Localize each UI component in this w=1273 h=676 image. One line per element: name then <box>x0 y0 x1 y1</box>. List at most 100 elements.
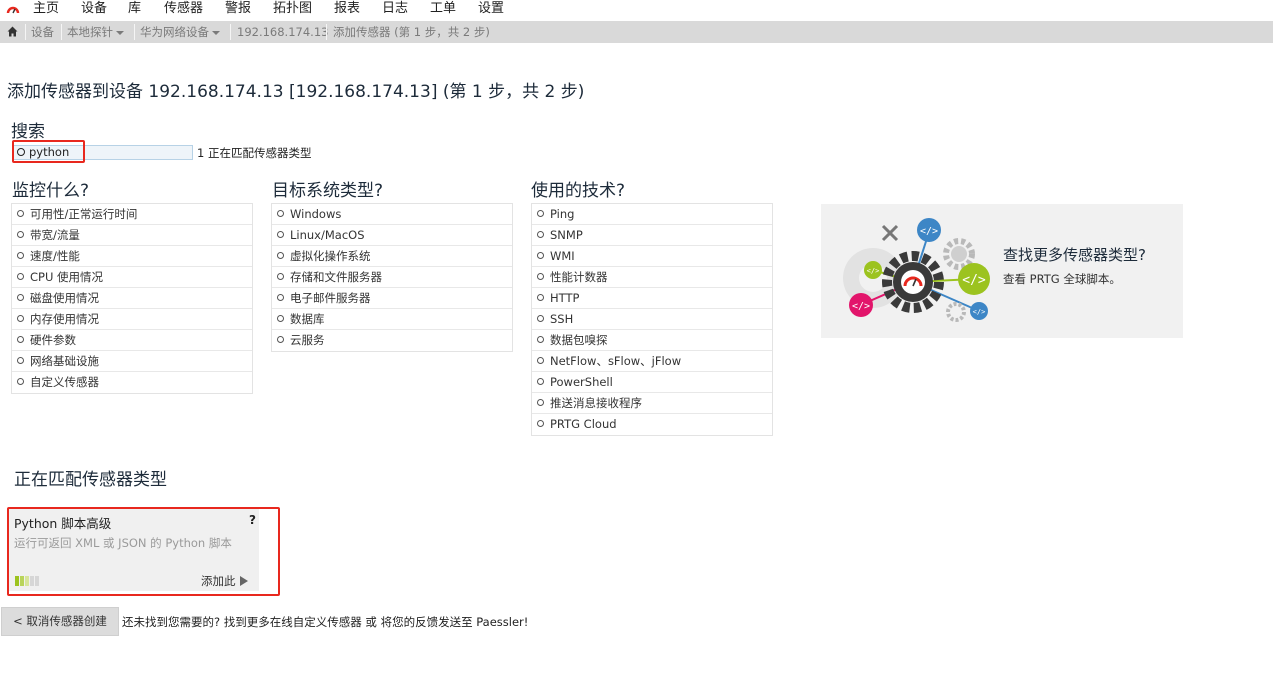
filter-packet-sniffing[interactable]: 数据包嗅探 <box>532 330 772 351</box>
script-world-promo[interactable]: </> </> </> </> </> 查找更多传感器类型? 查看 PRTG 全… <box>821 204 1183 338</box>
list-item-label: Ping <box>550 207 575 221</box>
menu-tickets[interactable]: 工单 <box>430 0 456 18</box>
menu-alarms[interactable]: 警报 <box>225 0 251 18</box>
radio-icon <box>537 420 544 427</box>
target-heading: 目标系统类型? <box>272 181 384 201</box>
menu-setup[interactable]: 设置 <box>478 0 504 18</box>
radio-icon <box>277 231 284 238</box>
svg-text:</>: </> <box>867 267 880 275</box>
list-item-label: SNMP <box>550 228 583 242</box>
radio-icon <box>537 315 544 322</box>
menu-home[interactable]: 主页 <box>33 0 59 18</box>
svg-text:</>: </> <box>973 308 986 316</box>
filter-storage[interactable]: 存储和文件服务器 <box>272 267 512 288</box>
filter-snmp[interactable]: SNMP <box>532 225 772 246</box>
menu-sensors[interactable]: 传感器 <box>164 0 203 18</box>
find-custom-sensors-link[interactable]: 找到更多在线自定义传感器 <box>224 615 362 629</box>
filter-prtg-cloud[interactable]: PRTG Cloud <box>532 414 772 435</box>
list-item-label: Windows <box>290 207 342 221</box>
list-item-label: 硬件参数 <box>30 333 76 347</box>
filter-cpu[interactable]: CPU 使用情况 <box>12 267 252 288</box>
filter-perf-counter[interactable]: 性能计数器 <box>532 267 772 288</box>
breadcrumb-item-probe[interactable]: 本地探针 <box>67 21 124 43</box>
home-icon[interactable] <box>7 26 18 37</box>
list-item-label: 推送消息接收程序 <box>550 396 642 410</box>
filter-wmi[interactable]: WMI <box>532 246 772 267</box>
promo-title[interactable]: 查找更多传感器类型? <box>1003 244 1146 265</box>
breadcrumb-item-current: 添加传感器 (第 1 步，共 2 步) <box>333 25 490 39</box>
list-item-label: 虚拟化操作系统 <box>290 249 371 263</box>
breadcrumb-probe-label: 本地探针 <box>67 25 113 39</box>
filter-powershell[interactable]: PowerShell <box>532 372 772 393</box>
top-menu-bar: 主页 设备 库 传感器 警报 拓扑图 报表 日志 工单 设置 <box>0 0 1273 19</box>
breadcrumb-divider <box>230 24 231 40</box>
breadcrumb-divider <box>134 24 135 40</box>
promo-subtitle[interactable]: 查看 PRTG 全球脚本。 <box>1003 271 1121 287</box>
breadcrumb-item-device[interactable]: 192.168.174.13 <box>237 21 328 43</box>
filter-database[interactable]: 数据库 <box>272 309 512 330</box>
filter-linux[interactable]: Linux/MacOS <box>272 225 512 246</box>
filter-custom[interactable]: 自定义传感器 <box>12 372 252 393</box>
menu-maps[interactable]: 拓扑图 <box>273 0 312 18</box>
filter-disk[interactable]: 磁盘使用情况 <box>12 288 252 309</box>
list-item-label: 性能计数器 <box>550 270 608 284</box>
filter-availability[interactable]: 可用性/正常运行时间 <box>12 204 252 225</box>
filter-push-receiver[interactable]: 推送消息接收程序 <box>532 393 772 414</box>
menu-devices[interactable]: 设备 <box>81 0 107 18</box>
filter-windows[interactable]: Windows <box>272 204 512 225</box>
footer-text-1: 还未找到您需要的? <box>122 615 224 629</box>
radio-icon <box>17 294 24 301</box>
filter-ssh[interactable]: SSH <box>532 309 772 330</box>
filter-hardware[interactable]: 硬件参数 <box>12 330 252 351</box>
prtg-logo-icon[interactable] <box>6 3 20 17</box>
tech-heading: 使用的技术? <box>531 181 626 201</box>
menu-library[interactable]: 库 <box>128 0 141 18</box>
list-item-label: 可用性/正常运行时间 <box>30 207 138 221</box>
filter-cloud[interactable]: 云服务 <box>272 330 512 351</box>
filter-http[interactable]: HTTP <box>532 288 772 309</box>
filter-memory[interactable]: 内存使用情况 <box>12 309 252 330</box>
radio-icon <box>277 294 284 301</box>
filter-bandwidth[interactable]: 带宽/流量 <box>12 225 252 246</box>
radio-icon <box>537 252 544 259</box>
list-item-label: PRTG Cloud <box>550 417 617 431</box>
filter-network-infra[interactable]: 网络基础设施 <box>12 351 252 372</box>
tech-filter-list: Ping SNMP WMI 性能计数器 HTTP SSH 数据包嗅探 NetFl… <box>531 203 773 436</box>
breadcrumb-group-label: 华为网络设备 <box>140 25 209 39</box>
radio-icon <box>537 378 544 385</box>
search-match-count: 1 正在匹配传感器类型 <box>197 146 312 160</box>
filter-email-server[interactable]: 电子邮件服务器 <box>272 288 512 309</box>
highlight-box-sensor-card <box>7 507 280 596</box>
filter-netflow[interactable]: NetFlow、sFlow、jFlow <box>532 351 772 372</box>
radio-icon <box>537 294 544 301</box>
search-heading: 搜索 <box>11 122 45 142</box>
radio-icon <box>17 231 24 238</box>
filter-virtual-os[interactable]: 虚拟化操作系统 <box>272 246 512 267</box>
list-item-label: SSH <box>550 312 574 326</box>
script-gears-illustration-icon: </> </> </> </> </> <box>843 218 990 322</box>
breadcrumb-item-group[interactable]: 华为网络设备 <box>140 21 220 43</box>
cancel-sensor-creation-button[interactable]: < 取消传感器创建 <box>1 607 119 636</box>
list-item-label: 速度/性能 <box>30 249 80 263</box>
list-item-label: HTTP <box>550 291 580 305</box>
highlight-box-search <box>12 140 85 163</box>
radio-icon <box>17 273 24 280</box>
list-item-label: 数据库 <box>290 312 325 326</box>
footer-message: 还未找到您需要的? 找到更多在线自定义传感器 或 将您的反馈发送至 Paessl… <box>122 614 528 630</box>
send-feedback-link[interactable]: 将您的反馈发送至 Paessler! <box>381 615 529 629</box>
menu-logs[interactable]: 日志 <box>382 0 408 18</box>
monitor-filter-list: 可用性/正常运行时间 带宽/流量 速度/性能 CPU 使用情况 磁盘使用情况 内… <box>11 203 253 394</box>
list-item-label: 网络基础设施 <box>30 354 99 368</box>
svg-text:</>: </> <box>962 273 986 288</box>
list-item-label: 自定义传感器 <box>30 375 99 389</box>
filter-speed[interactable]: 速度/性能 <box>12 246 252 267</box>
list-item-label: 带宽/流量 <box>30 228 80 242</box>
menu-reports[interactable]: 报表 <box>334 0 360 18</box>
svg-text:</>: </> <box>852 301 870 312</box>
radio-icon <box>17 357 24 364</box>
breadcrumb-item-devices[interactable]: 设备 <box>31 21 54 43</box>
filter-ping[interactable]: Ping <box>532 204 772 225</box>
list-item-label: Linux/MacOS <box>290 228 365 242</box>
matching-heading: 正在匹配传感器类型 <box>14 470 167 490</box>
target-filter-list: Windows Linux/MacOS 虚拟化操作系统 存储和文件服务器 电子邮… <box>271 203 513 352</box>
